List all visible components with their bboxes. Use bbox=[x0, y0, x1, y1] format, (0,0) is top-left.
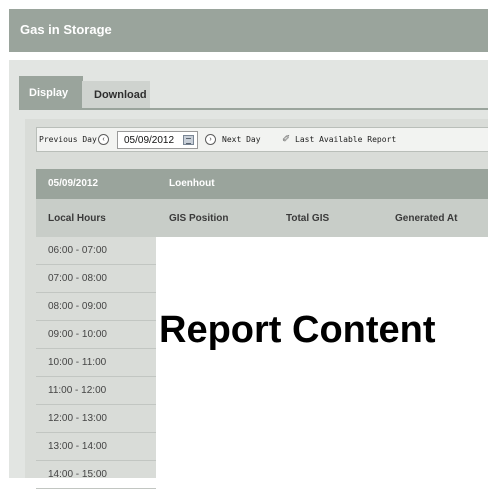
hour-cell: 06:00 - 07:00 bbox=[48, 245, 107, 256]
calendar-icon[interactable] bbox=[183, 135, 194, 145]
title-bar: Gas in Storage bbox=[9, 9, 488, 52]
column-header-total-gis: Total GIS bbox=[286, 213, 330, 224]
hour-cell: 11:00 - 12:00 bbox=[48, 385, 107, 396]
date-navigation-bar: Previous Day ‹ 05/09/2012 › Next Day ✐ L… bbox=[36, 127, 488, 152]
table-row: 08:00 - 09:00 bbox=[36, 293, 156, 321]
table-row: 13:00 - 14:00 bbox=[36, 433, 156, 461]
hour-rows: 06:00 - 07:00 07:00 - 08:00 08:00 - 09:0… bbox=[36, 237, 156, 489]
hour-cell: 12:00 - 13:00 bbox=[48, 413, 107, 424]
chevron-left-icon[interactable]: ‹ bbox=[98, 134, 109, 145]
table-row: 12:00 - 13:00 bbox=[36, 405, 156, 433]
date-value: 05/09/2012 bbox=[124, 135, 175, 146]
table-row: 11:00 - 12:00 bbox=[36, 377, 156, 405]
window-title: Gas in Storage bbox=[20, 22, 112, 37]
hour-cell: 10:00 - 11:00 bbox=[48, 357, 107, 368]
grid-header: 05/09/2012 Loenhout bbox=[36, 169, 488, 199]
table-row: 14:00 - 15:00 bbox=[36, 461, 156, 489]
hour-cell: 07:00 - 08:00 bbox=[48, 273, 107, 284]
table-row: 07:00 - 08:00 bbox=[36, 265, 156, 293]
tab-display[interactable]: Display bbox=[19, 76, 83, 110]
date-field[interactable]: 05/09/2012 bbox=[117, 131, 198, 149]
chevron-right-icon[interactable]: › bbox=[205, 134, 216, 145]
column-header-local-hours: Local Hours bbox=[48, 213, 106, 224]
hour-cell: 13:00 - 14:00 bbox=[48, 441, 107, 452]
column-headers: Local Hours GIS Position Total GIS Gener… bbox=[36, 199, 488, 237]
main-panel: Display Download Previous Day ‹ 05/09/20… bbox=[9, 60, 488, 489]
report-content-placeholder: Report Content bbox=[159, 309, 436, 351]
hour-cell: 09:00 - 10:00 bbox=[48, 329, 107, 340]
hour-cell: 14:00 - 15:00 bbox=[48, 469, 107, 480]
tab-download[interactable]: Download bbox=[82, 81, 150, 109]
tab-underline bbox=[19, 108, 488, 110]
grid-header-date: 05/09/2012 bbox=[48, 178, 99, 189]
hour-cell: 08:00 - 09:00 bbox=[48, 301, 107, 312]
column-header-gis-position: GIS Position bbox=[169, 213, 229, 224]
report-content-area: Report Content bbox=[156, 237, 488, 478]
table-row: 10:00 - 11:00 bbox=[36, 349, 156, 377]
previous-day-label[interactable]: Previous Day bbox=[39, 135, 97, 144]
report-icon[interactable]: ✐ bbox=[282, 134, 294, 146]
column-header-generated-at: Generated At bbox=[395, 213, 458, 224]
table-row: 09:00 - 10:00 bbox=[36, 321, 156, 349]
table-row: 06:00 - 07:00 bbox=[36, 237, 156, 265]
last-available-report-link[interactable]: Last Available Report bbox=[295, 135, 396, 144]
display-content: Previous Day ‹ 05/09/2012 › Next Day ✐ L… bbox=[25, 119, 488, 489]
next-day-label[interactable]: Next Day bbox=[222, 135, 261, 144]
grid-header-site: Loenhout bbox=[169, 178, 215, 189]
